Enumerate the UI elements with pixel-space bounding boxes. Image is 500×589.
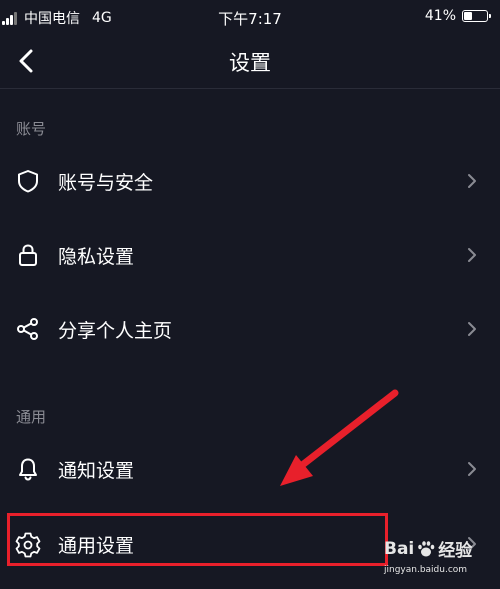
paw-logo-icon (418, 540, 435, 556)
lock-icon (19, 244, 37, 266)
watermark: Bai 经验 jingyan.baidu.com (384, 536, 496, 586)
page-title: 设置 (229, 51, 271, 75)
settings-item-label: 账号与安全 (58, 172, 154, 194)
settings-item-notifications[interactable]: 通知设置 (0, 439, 500, 499)
section-label-general: 通用 (16, 408, 47, 426)
chevron-right-icon (468, 174, 476, 188)
settings-item-label: 通知设置 (58, 460, 135, 482)
share-icon (17, 318, 38, 340)
settings-item-label: 分享个人主页 (58, 320, 173, 342)
watermark-brand: Bai 经验 (384, 536, 473, 562)
battery-icon (462, 10, 491, 22)
settings-item-privacy[interactable]: 隐私设置 (0, 225, 500, 285)
battery-fill (464, 12, 473, 20)
shield-icon (18, 170, 38, 193)
annotation-highlight-box (7, 513, 388, 566)
status-bar: 中国电信 4G 下午7:17 41% (0, 0, 500, 34)
watermark-domain: jingyan.baidu.com (384, 565, 468, 575)
watermark-brand-right: 经验 (438, 541, 473, 561)
bell-icon (19, 458, 37, 481)
watermark-brand-left: Bai (384, 538, 415, 559)
battery-percent: 41% (424, 8, 456, 24)
settings-item-account-security[interactable]: 账号与安全 (0, 151, 500, 211)
chevron-right-icon (468, 248, 476, 262)
status-right: 41% (424, 8, 491, 24)
settings-item-label: 隐私设置 (58, 246, 135, 268)
chevron-right-icon (468, 462, 476, 476)
section-label-account: 账号 (16, 120, 47, 138)
nav-bar: 设置 (0, 34, 500, 89)
settings-item-share-profile[interactable]: 分享个人主页 (0, 299, 500, 359)
chevron-right-icon (468, 322, 476, 336)
